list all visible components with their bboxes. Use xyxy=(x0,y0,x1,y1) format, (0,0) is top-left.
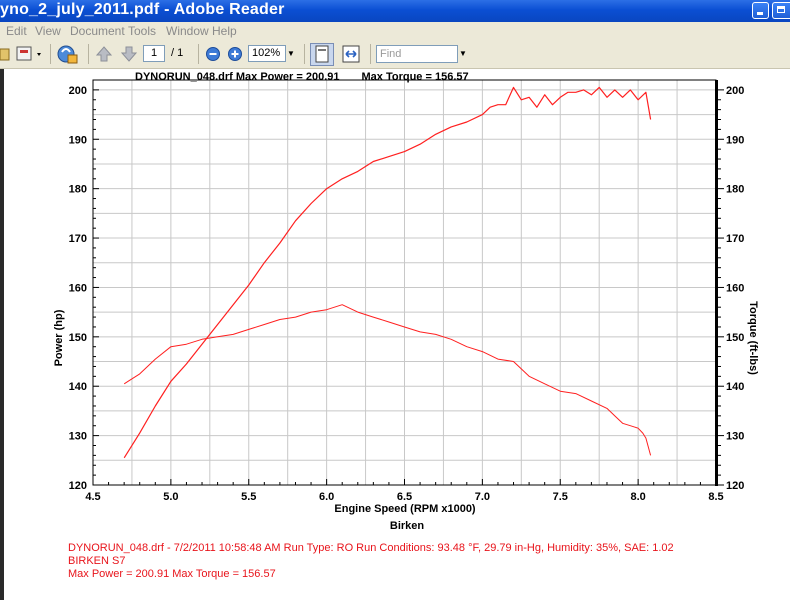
menu-bar: Edit View Document Tools Window Help xyxy=(0,22,790,40)
right-axis-bar xyxy=(715,80,718,486)
x-axis-subtitle: Birken xyxy=(390,520,425,532)
x-tick-label: 4.5 xyxy=(85,491,100,503)
y2-tick-label: 160 xyxy=(726,282,744,294)
y-tick-label: 180 xyxy=(69,184,87,196)
menu-edit[interactable]: Edit xyxy=(6,24,27,38)
next-page-icon[interactable] xyxy=(121,45,137,63)
torque-curve xyxy=(123,304,652,456)
series-layer xyxy=(123,86,652,459)
vehicle-name: BIRKEN S7 xyxy=(68,555,126,567)
y-axis-title: Power (hp) xyxy=(53,309,65,366)
print-icon[interactable] xyxy=(14,44,44,64)
zoom-dropdown-icon[interactable]: ▼ xyxy=(286,45,296,62)
y-tick-label: 190 xyxy=(69,134,87,146)
x-tick-label: 8.5 xyxy=(708,491,723,503)
zoom-level-field[interactable]: 102% xyxy=(248,45,286,62)
axis-ticks: 4.5 5.0 5.5 6.0 6.5 7.0 7.5 8.0 8.5120 120130 1301… xyxy=(69,85,745,503)
y2-tick-label: 170 xyxy=(726,233,744,245)
x-tick-label: 5.5 xyxy=(241,491,256,503)
y-tick-label: 200 xyxy=(69,85,87,97)
previous-page-icon[interactable] xyxy=(96,45,112,63)
y2-tick-label: 140 xyxy=(726,381,744,393)
y2-tick-label: 130 xyxy=(726,431,744,443)
fit-width-icon[interactable] xyxy=(340,43,362,65)
max-values-line: Max Power = 200.91 Max Torque = 156.57 xyxy=(68,568,276,580)
x-tick-label: 6.0 xyxy=(319,491,334,503)
y-tick-label: 170 xyxy=(69,233,87,245)
y-tick-label: 130 xyxy=(69,431,87,443)
y2-axis-title: Torque (ft-lbs) xyxy=(747,301,759,375)
x-tick-label: 5.0 xyxy=(163,491,178,503)
minimize-button[interactable] xyxy=(752,2,769,19)
fit-page-icon[interactable] xyxy=(310,43,334,66)
open-icon[interactable] xyxy=(0,44,12,64)
menu-document[interactable]: Document xyxy=(70,24,125,38)
zoom-in-icon[interactable] xyxy=(227,46,243,62)
y-tick-label: 140 xyxy=(69,381,87,393)
menu-window[interactable]: Window xyxy=(166,24,209,38)
x-tick-label: 7.5 xyxy=(553,491,568,503)
page-number-input[interactable]: 1 xyxy=(143,45,165,62)
dyno-chart: 4.5 5.0 5.5 6.0 6.5 7.0 7.5 8.0 8.5120 120130 1301… xyxy=(53,79,759,532)
x-tick-label: 6.5 xyxy=(397,491,412,503)
zoom-out-icon[interactable] xyxy=(205,46,221,62)
toolbar: 1 / 1 102% ▼ Find ▼ xyxy=(0,40,790,69)
menu-help[interactable]: Help xyxy=(212,24,237,38)
find-dropdown-icon[interactable]: ▼ xyxy=(458,45,468,63)
chart-grid xyxy=(93,80,716,485)
chart-header-torque: Max Torque = 156.57 xyxy=(361,71,469,83)
x-tick-label: 8.0 xyxy=(630,491,645,503)
page-total: / 1 xyxy=(171,47,184,59)
x-tick-label: 7.0 xyxy=(475,491,490,503)
y2-tick-label: 150 xyxy=(726,332,744,344)
y-tick-label: 150 xyxy=(69,332,87,344)
power-curve xyxy=(123,86,652,459)
chart-header-power: DYNORUN_048.drf Max Power = 200.91 xyxy=(135,71,340,83)
chart-header: DYNORUN_048.drf Max Power = 200.91 Max To… xyxy=(135,71,491,83)
y-tick-label: 160 xyxy=(69,282,87,294)
share-icon[interactable] xyxy=(55,42,81,66)
menu-tools[interactable]: Tools xyxy=(128,24,156,38)
y2-tick-label: 180 xyxy=(726,184,744,196)
y2-tick-label: 200 xyxy=(726,85,744,97)
maximize-button[interactable] xyxy=(772,2,790,19)
menu-view[interactable]: View xyxy=(35,24,61,38)
find-input[interactable]: Find xyxy=(376,45,458,63)
title-bar: yno_2_july_2011.pdf - Adobe Reader xyxy=(0,0,790,22)
window-title: yno_2_july_2011.pdf - Adobe Reader xyxy=(0,1,285,18)
y2-tick-label: 190 xyxy=(726,134,744,146)
y2-tick-label: 120 xyxy=(726,480,744,492)
run-info-line: DYNORUN_048.drf - 7/2/2011 10:58:48 AM R… xyxy=(68,542,674,554)
x-axis-title: Engine Speed (RPM x1000) xyxy=(334,503,476,515)
y-tick-label: 120 xyxy=(69,480,87,492)
